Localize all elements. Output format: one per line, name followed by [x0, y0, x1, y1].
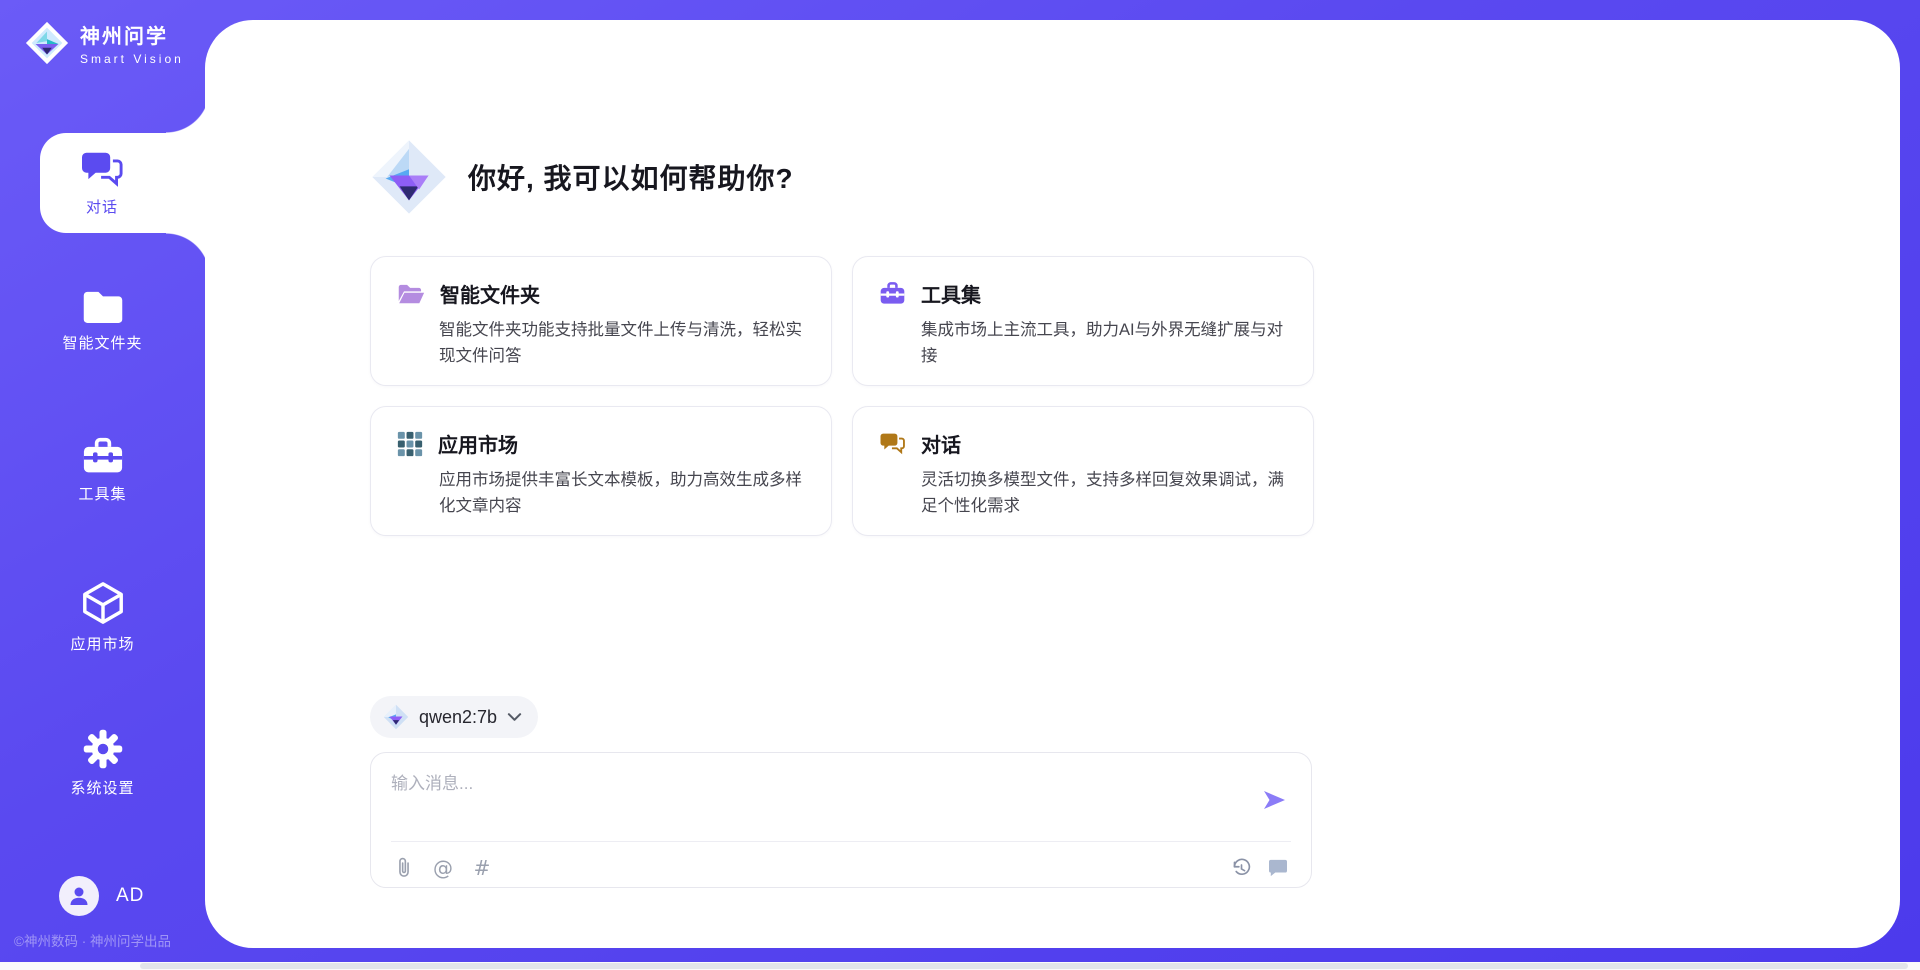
card-head: 工具集	[879, 279, 1287, 308]
sidebar: 神州问学 Smart Vision 对话 智能文件夹	[0, 0, 205, 970]
card-description: 灵活切换多模型文件，支持多样回复效果调试，满足个性化需求	[879, 467, 1287, 519]
tab-fillet-top	[166, 89, 210, 133]
model-name: qwen2:7b	[419, 707, 497, 728]
grid-icon	[397, 431, 423, 457]
sidebar-item-label: 对话	[86, 196, 118, 217]
sidebar-item-label: 系统设置	[70, 777, 134, 798]
model-selector[interactable]: qwen2:7b	[370, 696, 538, 738]
sidebar-item-label: 智能文件夹	[62, 332, 142, 353]
history-icon[interactable]	[1230, 857, 1252, 879]
greeting: 你好, 我可以如何帮助你?	[370, 138, 1315, 216]
card-head: 应用市场	[397, 429, 805, 458]
card-title: 智能文件夹	[440, 279, 540, 308]
avatar	[59, 876, 99, 916]
main-content: 你好, 我可以如何帮助你? 智能文件夹 智能文件夹功能支持批量文件上传与清洗，轻…	[370, 0, 1315, 536]
chat-icon	[879, 432, 906, 456]
sidebar-item-label: 工具集	[78, 483, 126, 504]
app-subtitle: Smart Vision	[80, 52, 184, 66]
chat-icon	[80, 150, 124, 190]
sidebar-item-settings[interactable]: 系统设置	[0, 728, 205, 798]
sidebar-item-label: 应用市场	[70, 633, 134, 654]
composer-divider	[391, 841, 1291, 842]
chevron-down-icon	[507, 712, 522, 722]
greeting-title: 你好, 我可以如何帮助你?	[468, 157, 794, 197]
toolbox-icon	[879, 281, 906, 306]
mention-icon[interactable]: @	[432, 857, 454, 879]
card-description: 应用市场提供丰富长文本模板，助力高效生成多样化文章内容	[397, 467, 805, 519]
card-description: 集成市场上主流工具，助力AI与外界无缝扩展与对接	[879, 317, 1287, 369]
message-input[interactable]	[391, 769, 1251, 831]
card-title: 应用市场	[438, 429, 518, 458]
folder-open-icon	[397, 282, 425, 306]
card-head: 对话	[879, 429, 1287, 458]
app-title: 神州问学 Smart Vision	[80, 20, 184, 66]
send-icon[interactable]	[1261, 787, 1287, 813]
sidebar-item-smart-folder[interactable]: 智能文件夹	[0, 288, 205, 353]
card-title: 工具集	[921, 279, 981, 308]
gear-icon	[82, 728, 124, 770]
app-name: 神州问学	[80, 20, 184, 49]
chat-bubble-icon[interactable]	[1267, 857, 1289, 879]
feature-cards: 智能文件夹 智能文件夹功能支持批量文件上传与清洗，轻松实现文件问答 工具集 集成…	[370, 256, 1315, 536]
horizontal-scrollbar-track[interactable]	[0, 962, 1920, 970]
composer-toolbar: @ #	[393, 853, 1289, 883]
toolbox-icon	[81, 436, 125, 476]
message-composer: @ #	[370, 752, 1312, 888]
attachment-icon[interactable]	[393, 857, 415, 879]
card-toolset[interactable]: 工具集 集成市场上主流工具，助力AI与外界无缝扩展与对接	[852, 256, 1314, 386]
sidebar-item-app-market[interactable]: 应用市场	[0, 580, 205, 654]
horizontal-scrollbar-thumb[interactable]	[140, 963, 1908, 969]
app-brand: 神州问学 Smart Vision	[24, 20, 184, 66]
card-chat[interactable]: 对话 灵活切换多模型文件，支持多样回复效果调试，满足个性化需求	[852, 406, 1314, 536]
card-head: 智能文件夹	[397, 279, 805, 308]
hash-icon[interactable]: #	[471, 857, 493, 879]
cube-icon	[80, 580, 126, 626]
composer-tools-right	[1230, 857, 1289, 879]
sidebar-item-toolset[interactable]: 工具集	[0, 436, 205, 504]
folder-icon	[81, 288, 125, 325]
card-description: 智能文件夹功能支持批量文件上传与清洗，轻松实现文件问答	[397, 317, 805, 369]
tab-fillet-bottom	[166, 233, 210, 277]
user-initials: AD	[116, 885, 144, 907]
model-logo-icon	[383, 704, 409, 730]
card-smart-folder[interactable]: 智能文件夹 智能文件夹功能支持批量文件上传与清洗，轻松实现文件问答	[370, 256, 832, 386]
app-logo-icon	[24, 20, 70, 66]
card-title: 对话	[921, 429, 961, 458]
sidebar-item-chat[interactable]: 对话	[40, 133, 210, 233]
user-account[interactable]: AD	[59, 876, 144, 916]
copyright-text: ©神州数码 · 神州问学出品	[14, 930, 171, 950]
card-app-market[interactable]: 应用市场 应用市场提供丰富长文本模板，助力高效生成多样化文章内容	[370, 406, 832, 536]
composer-tools-left: @ #	[393, 857, 493, 879]
assistant-logo-icon	[370, 138, 448, 216]
